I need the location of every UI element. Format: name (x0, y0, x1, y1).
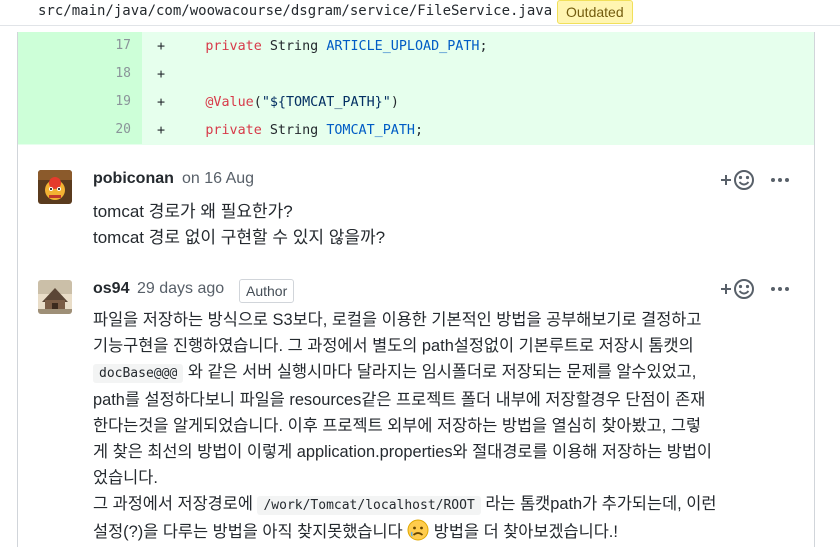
kebab-icon (771, 287, 789, 291)
comment-text: 라는 톰캣path가 추가되는데, 이런 (480, 495, 717, 513)
semicolon: ; (479, 39, 488, 54)
string-literal: "${TOMCAT_PATH}" (261, 95, 391, 110)
comment-line: 한다는것을 알게되었습니다. 이후 프로젝트 외부에 저장하는 방법을 열심히 … (93, 417, 702, 435)
type: String (261, 39, 327, 54)
comment-line: docBase@@@ 와 같은 서버 실행시마다 달라지는 임시폴더로 저장되는… (93, 359, 805, 387)
plus-marker: + (157, 39, 166, 54)
comment-line: 파일을 저장하는 방식으로 S3보다, 로컬을 이용한 기본적인 방법을 공부해… (93, 311, 702, 329)
comment-line: path를 설정하다보니 파일을 resources같은 프로젝트 폴더 내부에… (93, 391, 706, 409)
plus-marker: + (157, 67, 166, 82)
annotation: @Value (205, 95, 254, 110)
comment-body: 파일을 저장하는 방식으로 S3보다, 로컬을 이용한 기본적인 방법을 공부해… (93, 307, 805, 549)
comment-timestamp[interactable]: 29 days ago (137, 280, 224, 298)
comment-line: 었습니다. (93, 469, 158, 487)
inline-code: /work/Tomcat/localhost/ROOT (257, 496, 481, 515)
diff-line: 17 + private String ARTICLE_UPLOAD_PATH; (18, 32, 814, 60)
comment-line: tomcat 경로 없이 구현할 수 있지 않을까? (93, 228, 386, 247)
comment-body: tomcat 경로가 왜 필요한가? tomcat 경로 없이 구현할 수 있지… (93, 199, 793, 251)
comment-text: 방법을 더 찾아보겠습니다.! (429, 523, 618, 541)
more-options-button[interactable] (768, 168, 792, 192)
comment-text: 설정(?)을 다루는 방법을 아직 찾지못했습니다 (93, 523, 408, 541)
diff-code: + (157, 60, 165, 88)
comment-author[interactable]: pobiconan (93, 170, 174, 188)
line-number[interactable]: 17 (18, 32, 142, 60)
paren-open: ( (253, 95, 262, 110)
diff-code: + private String ARTICLE_UPLOAD_PATH; (157, 32, 488, 60)
file-header: src/main/java/com/woowacourse/dsgram/ser… (0, 0, 840, 26)
identifier: TOMCAT_PATH (326, 123, 415, 138)
plus-marker: + (157, 95, 166, 110)
add-reaction-button[interactable] (720, 168, 758, 192)
comment-line: 기능구현을 진행하였습니다. 그 과정에서 별도의 path설정없이 기본루트로… (93, 337, 694, 355)
line-number[interactable]: 20 (18, 116, 142, 144)
comment-line: 그 과정에서 저장경로에 /work/Tomcat/localhost/ROOT… (93, 491, 805, 519)
diff-line: 18 + (18, 60, 814, 88)
comment-thread: pobiconan on 16 Aug tomcat 경로가 왜 필요한가? t… (17, 145, 815, 547)
avatar[interactable] (38, 280, 72, 314)
kebab-icon (771, 178, 789, 182)
diff-code: + @Value("${TOMCAT_PATH}") (157, 88, 399, 116)
disappointed-emoji-icon (407, 519, 429, 549)
diff-code: + private String TOMCAT_PATH; (157, 116, 423, 144)
diff-line: 19 + @Value("${TOMCAT_PATH}") (18, 88, 814, 116)
more-options-button[interactable] (768, 277, 792, 301)
comment-line: 설정(?)을 다루는 방법을 아직 찾지못했습니다 방법을 더 찾아보겠습니다.… (93, 519, 805, 549)
add-reaction-button[interactable] (720, 277, 758, 301)
diff-hunk: 17 + private String ARTICLE_UPLOAD_PATH;… (17, 32, 815, 145)
line-number[interactable]: 18 (18, 60, 142, 88)
type: String (261, 123, 327, 138)
diff-line: 20 + private String TOMCAT_PATH; (18, 116, 814, 144)
paren-close: ) (390, 95, 399, 110)
comment-line: 게 찾은 최선의 방법이 이렇게 application.properties와… (93, 443, 713, 461)
keyword: private (205, 123, 262, 138)
comment-text: 그 과정에서 저장경로에 (93, 495, 258, 513)
inline-code: docBase@@@ (93, 364, 184, 383)
plus-marker: + (157, 123, 166, 138)
outdated-badge: Outdated (557, 0, 633, 24)
comment-line: tomcat 경로가 왜 필요한가? (93, 202, 293, 221)
identifier: ARTICLE_UPLOAD_PATH (326, 39, 480, 54)
semicolon: ; (415, 123, 424, 138)
line-number[interactable]: 19 (18, 88, 142, 116)
avatar[interactable] (38, 170, 72, 204)
file-path-link[interactable]: src/main/java/com/woowacourse/dsgram/ser… (38, 3, 552, 19)
author-badge: Author (239, 279, 295, 303)
keyword: private (205, 39, 262, 54)
smiley-plus-icon (721, 279, 754, 299)
smiley-plus-icon (721, 170, 754, 190)
comment-author[interactable]: os94 (93, 280, 129, 298)
comment-text: 와 같은 서버 실행시마다 달라지는 임시폴더로 저장되는 문제를 알수있었고, (183, 363, 697, 381)
comment-timestamp[interactable]: on 16 Aug (182, 170, 254, 188)
